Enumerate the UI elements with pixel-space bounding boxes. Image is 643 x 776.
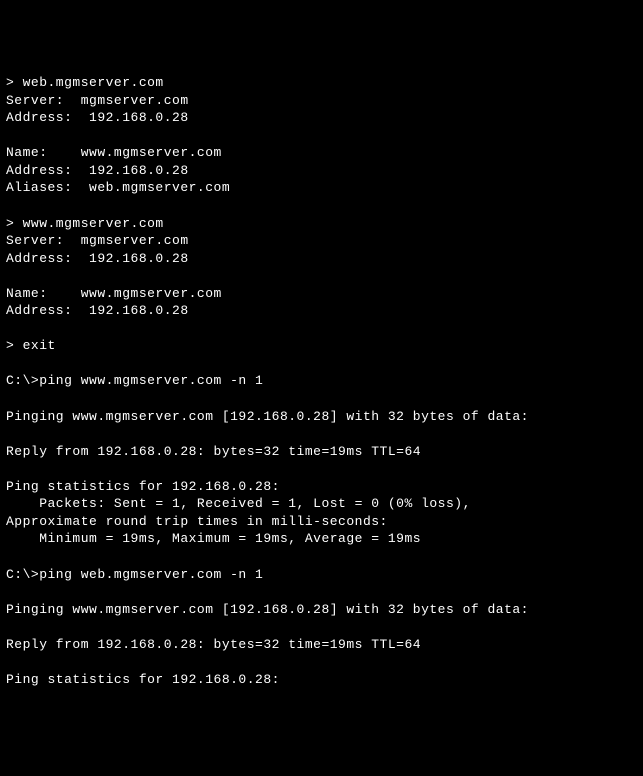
terminal-line bbox=[6, 583, 637, 601]
terminal-line: Reply from 192.168.0.28: bytes=32 time=1… bbox=[6, 636, 637, 654]
terminal-line bbox=[6, 425, 637, 443]
terminal-line: Name: www.mgmserver.com bbox=[6, 144, 637, 162]
terminal-line: Minimum = 19ms, Maximum = 19ms, Average … bbox=[6, 530, 637, 548]
terminal-line bbox=[6, 653, 637, 671]
terminal-output[interactable]: > web.mgmserver.comServer: mgmserver.com… bbox=[6, 74, 637, 688]
terminal-line: Approximate round trip times in milli-se… bbox=[6, 513, 637, 531]
terminal-line: Address: 192.168.0.28 bbox=[6, 109, 637, 127]
terminal-line: Address: 192.168.0.28 bbox=[6, 250, 637, 268]
terminal-line: Pinging www.mgmserver.com [192.168.0.28]… bbox=[6, 601, 637, 619]
terminal-line: > exit bbox=[6, 337, 637, 355]
terminal-line bbox=[6, 127, 637, 145]
terminal-line: C:\>ping web.mgmserver.com -n 1 bbox=[6, 566, 637, 584]
terminal-line bbox=[6, 618, 637, 636]
terminal-line: Pinging www.mgmserver.com [192.168.0.28]… bbox=[6, 408, 637, 426]
terminal-line: Name: www.mgmserver.com bbox=[6, 285, 637, 303]
terminal-line: Aliases: web.mgmserver.com bbox=[6, 179, 637, 197]
terminal-line: Ping statistics for 192.168.0.28: bbox=[6, 478, 637, 496]
terminal-line: > web.mgmserver.com bbox=[6, 74, 637, 92]
terminal-line: Reply from 192.168.0.28: bytes=32 time=1… bbox=[6, 443, 637, 461]
terminal-line bbox=[6, 320, 637, 338]
terminal-line: Packets: Sent = 1, Received = 1, Lost = … bbox=[6, 495, 637, 513]
terminal-line bbox=[6, 548, 637, 566]
terminal-line: Server: mgmserver.com bbox=[6, 232, 637, 250]
terminal-line: > www.mgmserver.com bbox=[6, 215, 637, 233]
terminal-line bbox=[6, 355, 637, 373]
terminal-line: Address: 192.168.0.28 bbox=[6, 302, 637, 320]
terminal-line: Address: 192.168.0.28 bbox=[6, 162, 637, 180]
terminal-line: Server: mgmserver.com bbox=[6, 92, 637, 110]
terminal-line: Ping statistics for 192.168.0.28: bbox=[6, 671, 637, 689]
terminal-line bbox=[6, 267, 637, 285]
terminal-line bbox=[6, 390, 637, 408]
terminal-line bbox=[6, 460, 637, 478]
terminal-line bbox=[6, 197, 637, 215]
terminal-line: C:\>ping www.mgmserver.com -n 1 bbox=[6, 372, 637, 390]
